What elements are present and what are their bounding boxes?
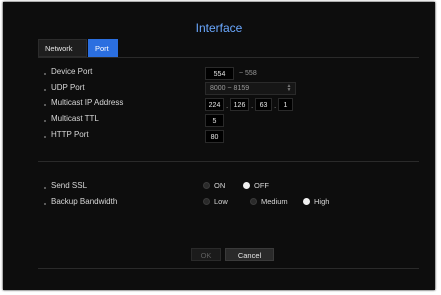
device-port-input[interactable]: 554 <box>205 67 234 80</box>
send-ssl-on-label: ON <box>214 181 226 190</box>
send-ssl-label: Send SSL <box>51 181 88 190</box>
bandwidth-low-radio[interactable]: Low <box>203 197 228 206</box>
tab-bar: Network Port <box>38 39 118 57</box>
footer-divider <box>38 268 419 269</box>
bandwidth-high-radio[interactable]: High <box>303 197 329 206</box>
multicast-ttl-label: Multicast TTL <box>51 114 99 123</box>
tab-port[interactable]: Port <box>88 39 118 57</box>
radio-circle-icon <box>203 198 210 205</box>
bandwidth-low-label: Low <box>214 197 228 206</box>
bullet-icon <box>44 203 46 205</box>
bandwidth-high-label: High <box>314 197 330 206</box>
http-port-label: HTTP Port <box>51 130 89 139</box>
radio-circle-selected-icon <box>303 198 310 205</box>
cancel-button[interactable]: Cancel <box>225 248 274 261</box>
radio-circle-icon <box>203 182 210 189</box>
send-ssl-on-radio[interactable]: ON <box>203 181 225 190</box>
interface-dialog: Interface Network Port Device Port 554 ~… <box>3 2 435 290</box>
send-ssl-off-label: OFF <box>254 181 269 190</box>
multicast-ttl-input[interactable]: 5 <box>205 114 224 127</box>
bullet-icon <box>44 73 46 75</box>
tab-underline <box>38 57 419 58</box>
ip-separator: . <box>274 101 277 110</box>
udp-port-value: 8000 ~ 8159 <box>210 85 250 92</box>
dialog-title: Interface <box>195 21 243 35</box>
multicast-ip-octet-1[interactable]: 224 <box>205 98 224 111</box>
udp-port-spinner[interactable]: 8000 ~ 8159 ▲ ▼ <box>205 82 296 95</box>
ip-separator: . <box>226 101 229 110</box>
backup-bandwidth-label: Backup Bandwidth <box>51 197 118 206</box>
ip-separator: . <box>251 101 254 110</box>
udp-port-label: UDP Port <box>51 83 85 92</box>
device-port-label: Device Port <box>51 67 93 76</box>
bullet-icon <box>44 89 46 91</box>
section-divider <box>38 161 419 162</box>
radio-circle-icon <box>250 198 257 205</box>
multicast-ip-octet-2[interactable]: 126 <box>230 98 249 111</box>
send-ssl-off-radio[interactable]: OFF <box>243 181 269 190</box>
bullet-icon <box>44 104 46 106</box>
http-port-input[interactable]: 80 <box>205 130 224 143</box>
radio-circle-selected-icon <box>243 182 250 189</box>
multicast-ip-octet-3[interactable]: 63 <box>255 98 272 111</box>
ok-button[interactable]: OK <box>191 248 221 261</box>
multicast-ip-octet-4[interactable]: 1 <box>278 98 293 111</box>
tab-network[interactable]: Network <box>38 39 87 57</box>
device-port-range: ~ 558 <box>239 70 257 77</box>
bullet-icon <box>44 120 46 122</box>
bandwidth-medium-radio[interactable]: Medium <box>250 197 288 206</box>
bullet-icon <box>44 187 46 189</box>
bandwidth-medium-label: Medium <box>261 197 288 206</box>
multicast-ip-label: Multicast IP Address <box>51 98 124 107</box>
spinner-arrows-icon[interactable]: ▲ ▼ <box>286 84 292 93</box>
bullet-icon <box>44 136 46 138</box>
